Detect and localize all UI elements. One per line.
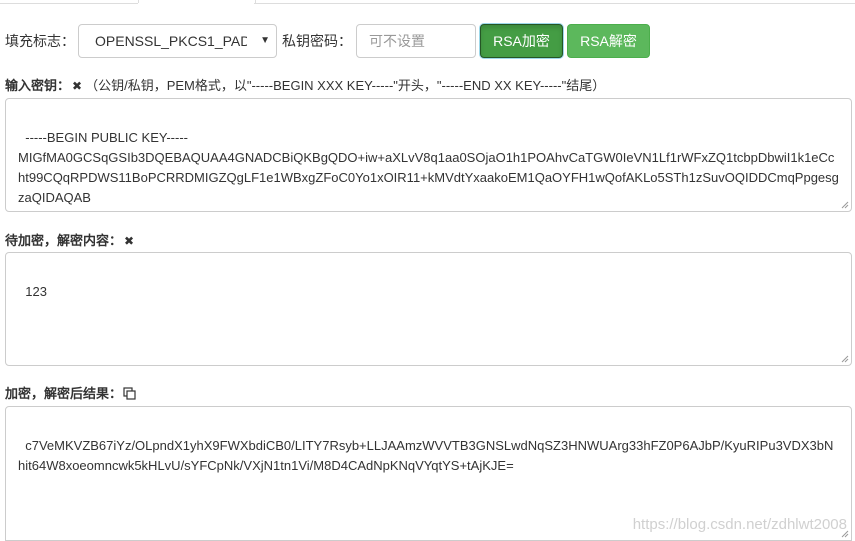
rsa-decrypt-button[interactable]: RSA解密 (567, 24, 650, 58)
resize-grip-icon[interactable] (840, 354, 849, 363)
result-section-label: 加密，解密后结果： (5, 383, 136, 403)
padding-select[interactable]: OPENSSL_PKCS1_PADDING ▼ (78, 24, 277, 58)
padding-select-value: OPENSSL_PKCS1_PADDING (95, 33, 247, 49)
result-label: 加密，解密后结果： (5, 386, 123, 401)
active-tab-edge[interactable] (138, 0, 256, 3)
clear-key-icon[interactable]: ✖ (72, 79, 82, 93)
key-textarea[interactable]: -----BEGIN PUBLIC KEY----- MIGfMA0GCSqGS… (5, 98, 852, 212)
password-label: 私钥密码： (282, 33, 352, 49)
content-section-label: 待加密，解密内容： ✖ (5, 230, 137, 249)
resize-grip-icon[interactable] (840, 200, 849, 209)
blog-watermark: https://blog.csdn.net/zdhlwt2008 (632, 516, 847, 533)
key-label: 输入密钥： (5, 78, 71, 93)
rsa-encrypt-button[interactable]: RSA加密 (480, 24, 563, 58)
private-key-password-input[interactable] (356, 24, 476, 58)
content-label: 待加密，解密内容： (5, 233, 123, 248)
copy-icon[interactable] (123, 387, 136, 403)
content-textarea-value: 123 (25, 284, 47, 299)
content-textarea[interactable]: 123 (5, 252, 852, 366)
clear-content-icon[interactable]: ✖ (124, 234, 134, 248)
tab-divider-right (254, 3, 855, 4)
tab-divider-left (0, 3, 138, 4)
key-textarea-value: -----BEGIN PUBLIC KEY----- MIGfMA0GCSqGS… (18, 130, 839, 211)
key-format-hint: （公钥/私钥，PEM格式，以"-----BEGIN XXX KEY-----"开… (85, 78, 606, 93)
result-textarea-value: c7VeMKVZB67iYz/OLpndX1yhX9FWXbdiCB0/LITY… (18, 438, 834, 473)
chevron-down-icon: ▼ (260, 35, 270, 46)
top-tab-strip (0, 0, 855, 4)
padding-label: 填充标志： (5, 33, 75, 49)
rsa-toolbar: 填充标志： OPENSSL_PKCS1_PADDING ▼ 私钥密码： RSA加… (5, 24, 850, 58)
key-section-label: 输入密钥： ✖ （公钥/私钥，PEM格式，以"-----BEGIN XXX KEY-… (5, 75, 605, 94)
